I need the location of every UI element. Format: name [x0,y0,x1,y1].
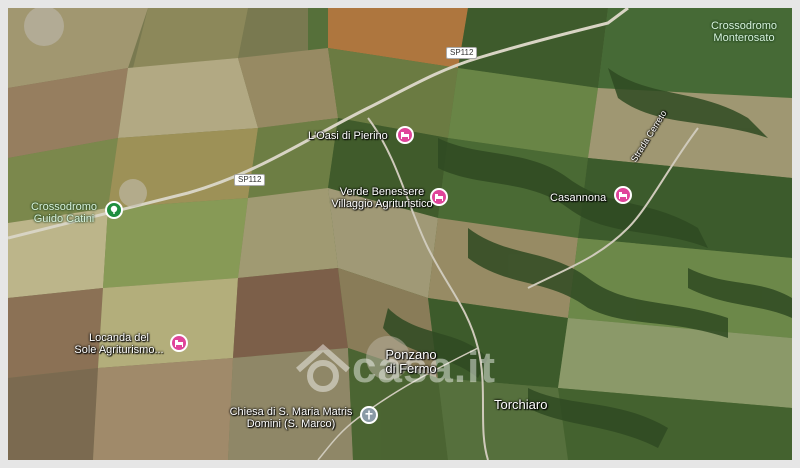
place-label-verde-benessere[interactable]: Verde Benessere Villaggio Agrituristico [328,186,436,210]
bed-icon [175,340,183,347]
watermark-logo-icon [296,344,350,392]
place-label-crossodromo-guido-catini[interactable]: Crossodromo Guido Catini [14,201,114,225]
cross-icon [365,410,373,420]
place-label-locanda-del-sole[interactable]: Locanda del Sole Agriturismo... [64,332,174,356]
bed-icon [401,132,409,139]
park-pin-icon[interactable] [105,201,123,219]
label-line: Ponzano [385,347,437,362]
label-line: Verde Benessere [339,186,425,198]
label-line: Domini (S. Marco) [246,418,336,430]
place-label-chiesa-s-maria[interactable]: Chiesa di S. Maria Matris Domini (S. Mar… [216,406,366,430]
label-line: Crossodromo [710,20,778,32]
church-pin-icon[interactable] [360,406,378,424]
place-label-oasi-di-pierino[interactable]: L'Oasi di Pierino [308,130,388,142]
label-line: Chiesa di S. Maria Matris [229,406,353,418]
hotel-pin-icon[interactable] [430,188,448,206]
label-line: Villaggio Agrituristico [331,198,433,210]
label-line: Guido Catini [33,213,95,225]
road-shield-sp112-south: SP112 [234,174,266,186]
hotel-pin-icon[interactable] [396,126,414,144]
hotel-pin-icon[interactable] [170,334,188,352]
tree-icon [110,205,118,214]
label-line: Crossodromo [30,201,98,213]
bed-icon [435,194,443,201]
label-line: Locanda del [89,332,149,344]
label-line: Sole Agriturismo... [74,344,164,356]
place-label-casannona[interactable]: Casannona [550,192,606,204]
page-frame: SP112 SP112 Crossodromo Monterosato L'Oa… [0,0,800,468]
satellite-imagery [8,8,792,460]
road-shield-sp112-north: SP112 [446,47,478,59]
town-label-torchiaro[interactable]: Torchiaro [494,398,547,412]
place-label-crossodromo-monterosato[interactable]: Crossodromo Monterosato [694,20,792,44]
label-line: di Fermo [385,361,437,376]
bed-icon [619,192,627,199]
town-label-ponzano-di-fermo[interactable]: Ponzano di Fermo [376,348,446,376]
label-line: Monterosato [713,32,775,44]
satellite-map[interactable]: SP112 SP112 Crossodromo Monterosato L'Oa… [8,8,792,460]
hotel-pin-icon[interactable] [614,186,632,204]
